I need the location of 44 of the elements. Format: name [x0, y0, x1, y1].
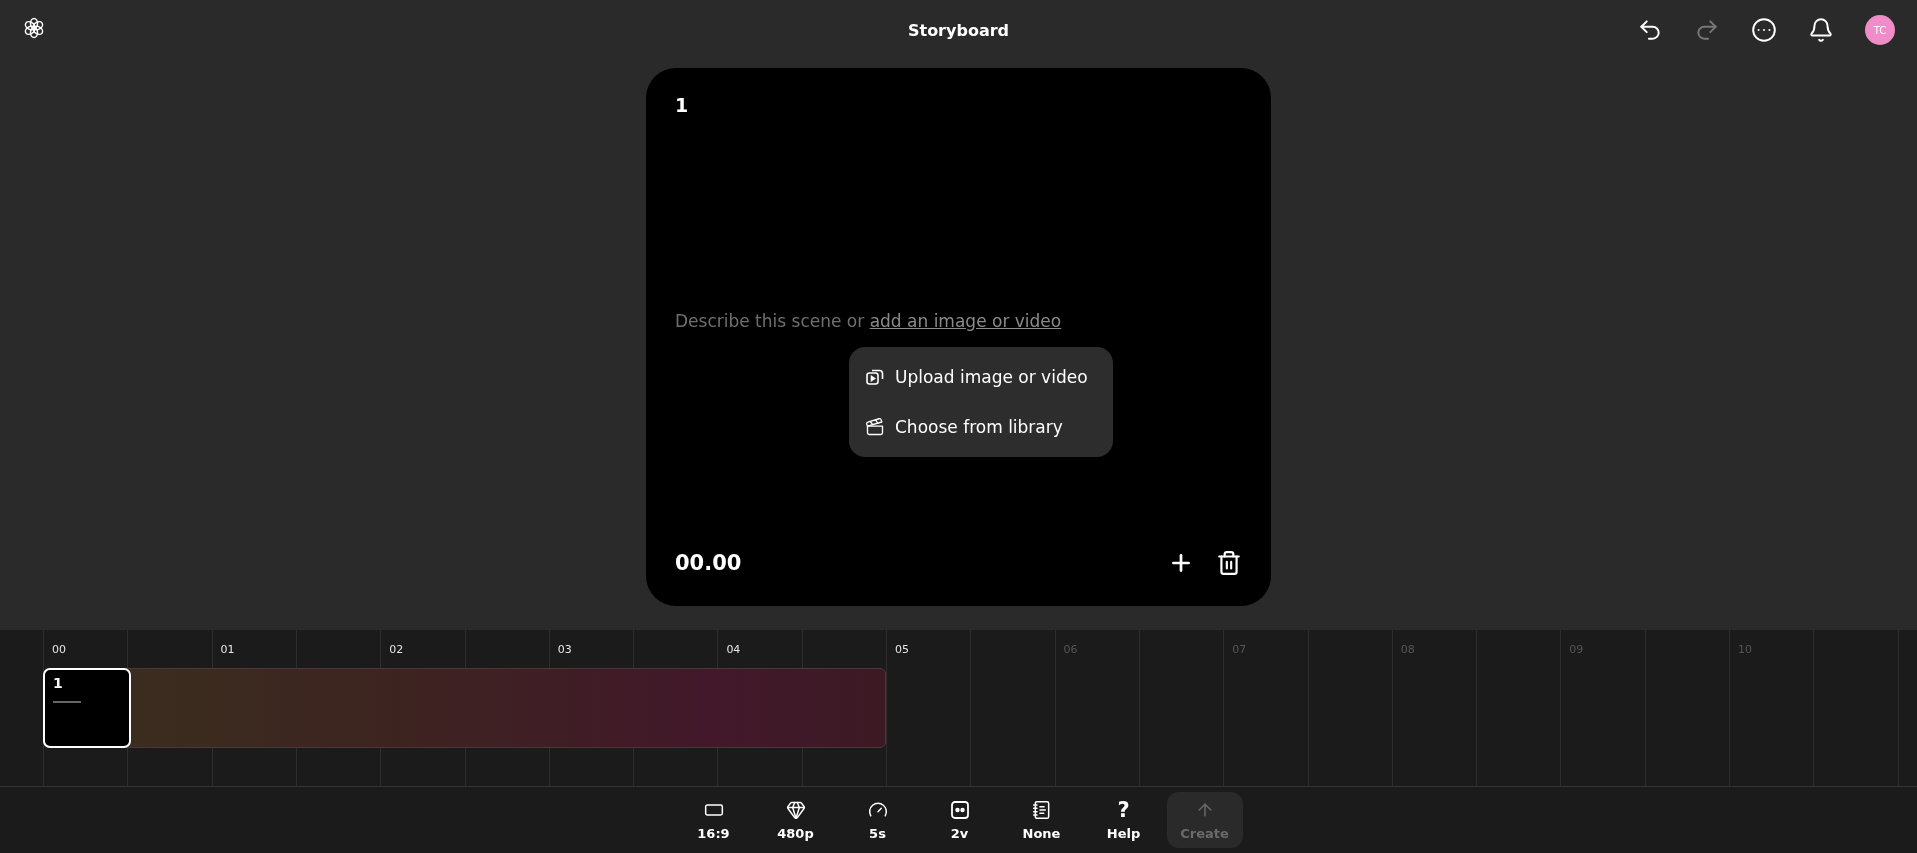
question-icon: ? — [1117, 799, 1130, 820]
aspect-button[interactable]: 16:9 — [674, 792, 753, 848]
time-label: 04 — [725, 642, 742, 656]
menu-item[interactable]: Upload image or video — [861, 361, 1101, 393]
thumbnail-number: 1 — [53, 675, 64, 691]
timeline-clip[interactable]: 1 — [43, 668, 886, 748]
add-media-link[interactable]: add an image or video — [869, 311, 1062, 331]
time-label: 07 — [1231, 642, 1248, 656]
delete-button[interactable] — [1216, 550, 1242, 576]
time-label: 01 — [219, 642, 236, 656]
page-title: Storyboard — [907, 20, 1010, 40]
time-label: 08 — [1399, 642, 1416, 656]
thumbnail-line — [53, 701, 81, 703]
time-label: 02 — [388, 642, 405, 656]
square-dots-icon — [949, 799, 970, 820]
time-label: 00 — [51, 642, 67, 656]
time-label: 09 — [1568, 642, 1585, 656]
more-button[interactable] — [1751, 17, 1777, 43]
logo-icon — [22, 16, 46, 40]
clapperboard-icon — [865, 417, 885, 437]
duration-button[interactable]: 5s — [838, 792, 917, 848]
scene-number: 1 — [675, 94, 690, 116]
more-icon — [1751, 17, 1777, 43]
time-label: 05 — [893, 642, 910, 656]
diamond-icon — [785, 799, 806, 820]
notebook-icon — [1031, 799, 1052, 820]
quality-button[interactable]: 480p — [756, 792, 835, 848]
help-button[interactable]: ? Help — [1084, 792, 1163, 848]
undo-icon — [1637, 17, 1663, 43]
time-label: 06 — [1062, 642, 1079, 656]
bell-button[interactable] — [1808, 17, 1834, 43]
redo-icon — [1694, 17, 1720, 43]
preset-button[interactable]: None — [1002, 792, 1081, 848]
media-icon — [865, 367, 885, 387]
time-label: 10 — [1736, 642, 1753, 656]
trash-icon — [1216, 550, 1242, 576]
bell-icon — [1808, 17, 1834, 43]
scene-thumbnail[interactable]: 1 — [43, 668, 131, 748]
menu-item[interactable]: Choose from library — [861, 411, 1101, 443]
variations-button[interactable]: 2v — [920, 792, 999, 848]
undo-button[interactable] — [1637, 17, 1663, 43]
time-label: 03 — [556, 642, 573, 656]
scene-time: 00.00 — [675, 551, 743, 575]
scene-prompt-field[interactable]: Describe this scene or add an image or video — [675, 311, 1242, 331]
